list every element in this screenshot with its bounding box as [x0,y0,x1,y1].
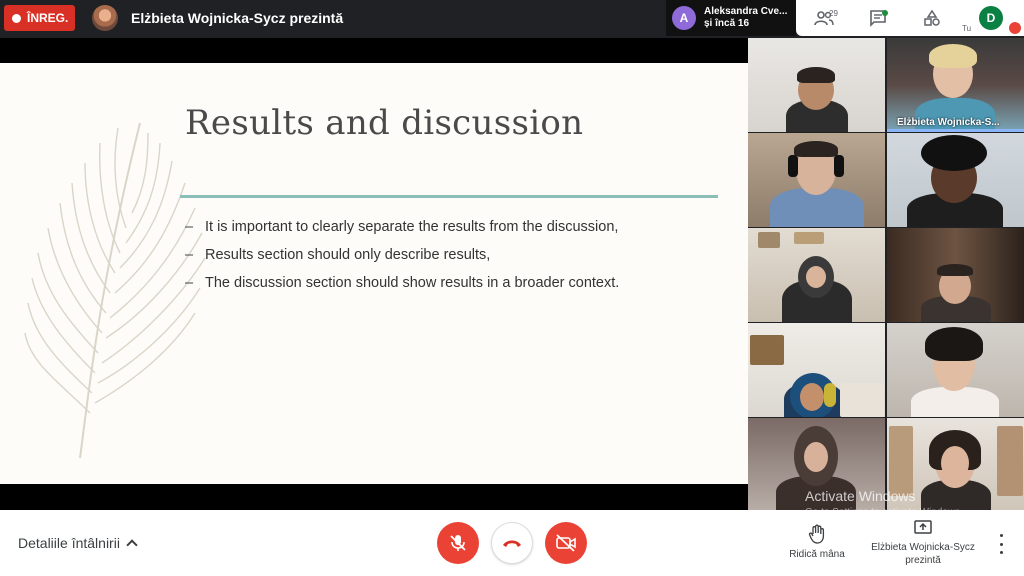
chat-button[interactable] [864,6,892,30]
list-item: – The discussion section should show resu… [185,269,619,297]
present-screen-icon [914,520,932,534]
presenting-label: Elżbieta Wojnicka-Sycz prezintă [871,542,975,566]
bullet-text: It is important to clearly separate the … [205,219,619,235]
camera-toggle-button[interactable] [545,522,587,564]
hand-icon [808,524,825,544]
participant-tile[interactable] [887,133,1024,227]
mic-off-icon [450,535,466,551]
record-dot-icon [12,13,21,23]
new-message-dot [882,10,888,16]
slide-divider [180,195,718,198]
participant-tile[interactable] [887,323,1024,417]
slide-bullet-list: – It is important to clearly separate the… [185,213,619,297]
list-item: – It is important to clearly separate the… [185,213,619,241]
presenter-title: Elżbieta Wojnicka-Sycz prezintă [131,10,344,26]
slide: Results and discussion – It is important … [0,63,748,484]
bullet-marker: – [185,247,194,263]
recording-label: ÎNREG. [27,11,69,25]
meeting-details-button[interactable]: Detaliile întâlnirii [18,535,138,551]
presenting-button[interactable]: Elżbieta Wojnicka-Sycz prezintă [868,520,978,567]
raise-hand-label: Ridică mâna [789,549,845,560]
participant-tile[interactable] [748,228,885,322]
more-vert-icon [999,534,1003,537]
slide-title: Results and discussion [185,103,584,143]
mic-muted-badge-icon [1009,22,1021,34]
microphone-toggle-button[interactable] [437,522,479,564]
chevron-up-icon [126,539,138,551]
other-participants-chip[interactable]: A Aleksandra Cve... și încă 16 [666,0,796,36]
participant-avatar: A [672,6,696,30]
participant-grid: Elżbieta Wojnicka-S... [748,38,1024,512]
camera-off-icon [556,534,576,552]
more-vert-icon-dot [999,542,1003,546]
presenter-avatar [92,5,118,31]
other-participant-name: Aleksandra Cve... [704,6,788,17]
bullet-text: Results section should only describe res… [205,247,491,263]
active-speaker-indicator [887,129,1024,132]
bottom-bar: Detaliile întâlnirii Ridică mâna Elżbiet… [0,510,1024,576]
participant-tile[interactable] [887,228,1024,322]
participant-tile[interactable] [748,38,885,132]
activities-button[interactable] [918,6,946,30]
meeting-details-label: Detaliile întâlnirii [18,535,120,551]
hang-up-icon [503,540,521,547]
recording-badge[interactable]: ÎNREG. [4,5,75,31]
leave-call-button[interactable] [491,522,533,564]
raise-hand-button[interactable]: Ridică mâna [787,524,847,560]
participant-tile[interactable] [748,323,885,417]
shapes-icon [924,9,940,26]
more-vert-icon-dot [999,551,1003,554]
participant-tile-active[interactable]: Elżbieta Wojnicka-S... [887,38,1024,132]
activate-windows-title: Activate Windows [805,488,916,504]
bullet-marker: – [185,219,194,235]
other-participants-text: Aleksandra Cve... și încă 16 [704,6,787,30]
top-bar: ÎNREG. Elżbieta Wojnicka-Sycz prezintă A… [0,0,1024,38]
list-item: – Results section should only describe re… [185,241,619,269]
meet-app: ÎNREG. Elżbieta Wojnicka-Sycz prezintă A… [0,0,1024,576]
bullet-text: The discussion section should show resul… [205,275,620,291]
people-count: 29 [829,9,838,18]
my-avatar[interactable]: D [979,6,1003,30]
bullet-marker: – [185,275,194,291]
me-label: Tu [962,24,972,33]
other-participants-count: și încă 16 [704,18,750,29]
active-speaker-name: Elżbieta Wojnicka-S... [897,117,1000,128]
presentation-stage: Results and discussion – It is important … [0,38,748,510]
more-options-button[interactable] [996,534,1006,554]
participant-tile[interactable] [748,133,885,227]
